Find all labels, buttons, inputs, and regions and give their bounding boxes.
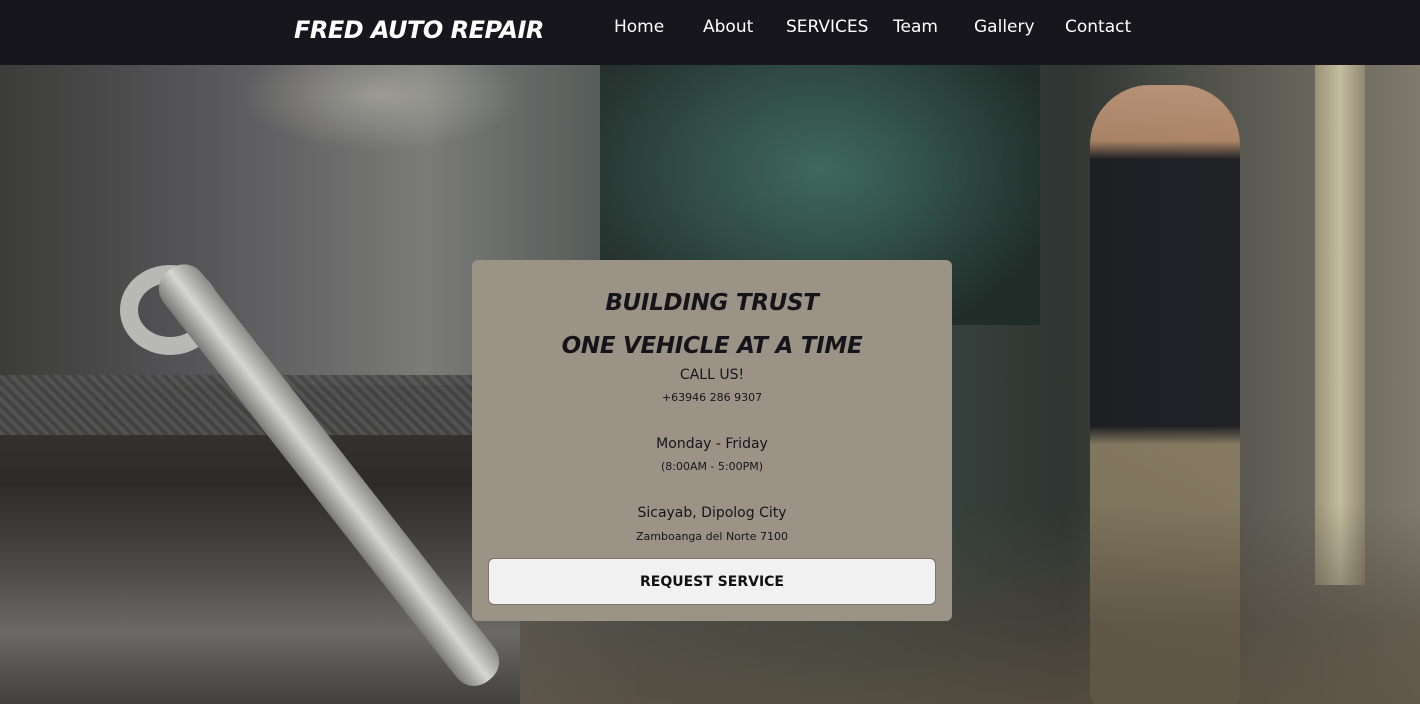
top-navigation-bar: FRED AUTO REPAIR Home About SERVICES Tea…: [0, 0, 1420, 65]
nav-link-home[interactable]: Home: [614, 17, 664, 37]
call-us-label: CALL US!: [679, 367, 745, 383]
address-line1: Sicayab, Dipolog City: [637, 505, 787, 521]
nav-link-services[interactable]: SERVICES: [786, 17, 868, 37]
hero-info-card: BUILDING TRUST ONE VEHICLE AT A TIME CAL…: [472, 260, 952, 621]
nav-link-contact[interactable]: Contact: [1065, 17, 1131, 37]
main-nav: Home About SERVICES Team Gallery Contact: [0, 17, 1420, 41]
address-line2: Zamboanga del Norte 7100: [636, 530, 788, 543]
phone-number: +63946 286 9307: [661, 391, 763, 404]
hero-headline-line1: BUILDING TRUST: [605, 290, 819, 316]
nav-link-team[interactable]: Team: [893, 17, 938, 37]
business-days: Monday - Friday: [656, 436, 768, 452]
nav-link-gallery[interactable]: Gallery: [974, 17, 1035, 37]
hero-headline-line2: ONE VEHICLE AT A TIME: [561, 333, 863, 359]
business-hours: (8:00AM - 5:00PM): [660, 460, 764, 473]
nav-link-about[interactable]: About: [703, 17, 753, 37]
request-service-button[interactable]: REQUEST SERVICE: [488, 558, 936, 605]
